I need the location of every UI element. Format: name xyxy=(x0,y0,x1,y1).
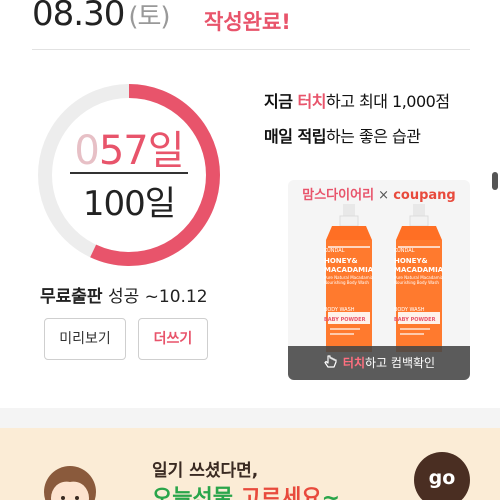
promo-line-2: 매일 적립하는 좋은 습관 xyxy=(264,123,421,147)
status-label: 작성완료! xyxy=(204,10,291,34)
mascot-girl-icon xyxy=(44,466,96,500)
ad-brand-coupang: coupang xyxy=(393,188,456,203)
day-count: 057일 xyxy=(36,118,222,176)
promo-line-1-a: 지금 xyxy=(264,92,298,111)
bottle-name-1-2: HONEY& xyxy=(394,257,428,265)
publish-success: 무료출판 성공 ~10.12 xyxy=(40,282,208,307)
promo-line-1: 지금 터치하고 최대 1,000점 xyxy=(264,88,450,112)
banner-line-2: 오늘선물 고르세요~ xyxy=(152,480,340,500)
banner-line-2-a: 오늘선물 xyxy=(152,486,241,500)
bottle-brand: KUNDAL xyxy=(324,248,345,254)
day-count-unit: 일 xyxy=(147,128,185,174)
promo-line-2-rest: 하는 좋은 습관 xyxy=(325,127,421,146)
diary-date: 08.30 (토) xyxy=(32,0,171,34)
banner-line-2-c: ~ xyxy=(321,486,341,500)
date-day: (토) xyxy=(128,2,170,32)
bottle-name-2: MACADAMIA xyxy=(324,266,374,274)
bottle-name-1: HONEY& xyxy=(324,257,358,265)
bottle-label: KUNDAL HONEY& MACADAMIA Pure Natural Mac… xyxy=(324,248,376,324)
bottle-type: BODY WASH xyxy=(324,307,355,313)
ad-cta-bar[interactable]: 터치하고 컴백확인 xyxy=(288,346,470,380)
scroll-indicator[interactable] xyxy=(492,172,498,190)
bottle-brand-2: KUNDAL xyxy=(394,248,415,254)
bottle-sub: Pure Natural Macadamia Nourishing Body W… xyxy=(324,275,374,285)
bottle-sub-2: Pure Natural Macadamia Nourishing Body W… xyxy=(394,275,444,285)
banner-line-2-b: 고르세요 xyxy=(240,486,322,500)
gift-banner[interactable]: 일기 쓰셨다면, 오늘선물 고르세요~ go xyxy=(0,428,500,500)
go-button[interactable]: go xyxy=(414,452,470,500)
date-value: 08.30 xyxy=(32,0,125,34)
promo-line-2-bold: 매일 적립 xyxy=(264,127,326,146)
promo-line-1-highlight: 터치 xyxy=(297,92,327,111)
write-more-button[interactable]: 더쓰기 xyxy=(138,318,208,360)
publish-label: 무료출판 xyxy=(40,287,103,307)
ad-brand-x: × xyxy=(374,188,394,203)
section-gap xyxy=(0,408,500,428)
count-divider xyxy=(70,172,188,174)
bottle-type-2: BODY WASH xyxy=(394,307,425,313)
day-count-value: 57 xyxy=(98,128,149,174)
bottle-scent: BABY POWDER xyxy=(324,317,366,323)
ad-cta-highlight: 터치 xyxy=(342,356,366,370)
day-count-lead: 0 xyxy=(74,128,99,174)
pointer-hand-icon xyxy=(324,355,337,368)
banner-line-1: 일기 쓰셨다면, xyxy=(152,461,259,481)
header-divider xyxy=(32,49,470,50)
preview-button[interactable]: 미리보기 xyxy=(44,318,126,360)
ad-card[interactable]: 맘스다이어리 × coupang KUNDAL HONEY& MACADAMIA… xyxy=(288,180,470,380)
ad-cta-text: 하고 컴백확인 xyxy=(365,356,436,370)
day-total: 100일 xyxy=(82,184,176,224)
bottle-name-2-2: MACADAMIA xyxy=(394,266,444,274)
bottle-label-2: KUNDAL HONEY& MACADAMIA Pure Natural Mac… xyxy=(394,248,446,324)
publish-date: 성공 ~10.12 xyxy=(102,287,208,307)
promo-line-1-b: 하고 최대 1,000점 xyxy=(325,92,450,111)
ad-brand: 맘스다이어리 × coupang xyxy=(288,184,470,203)
ad-brand-moms: 맘스다이어리 xyxy=(302,188,375,203)
bottle-scent-2: BABY POWDER xyxy=(394,317,436,323)
